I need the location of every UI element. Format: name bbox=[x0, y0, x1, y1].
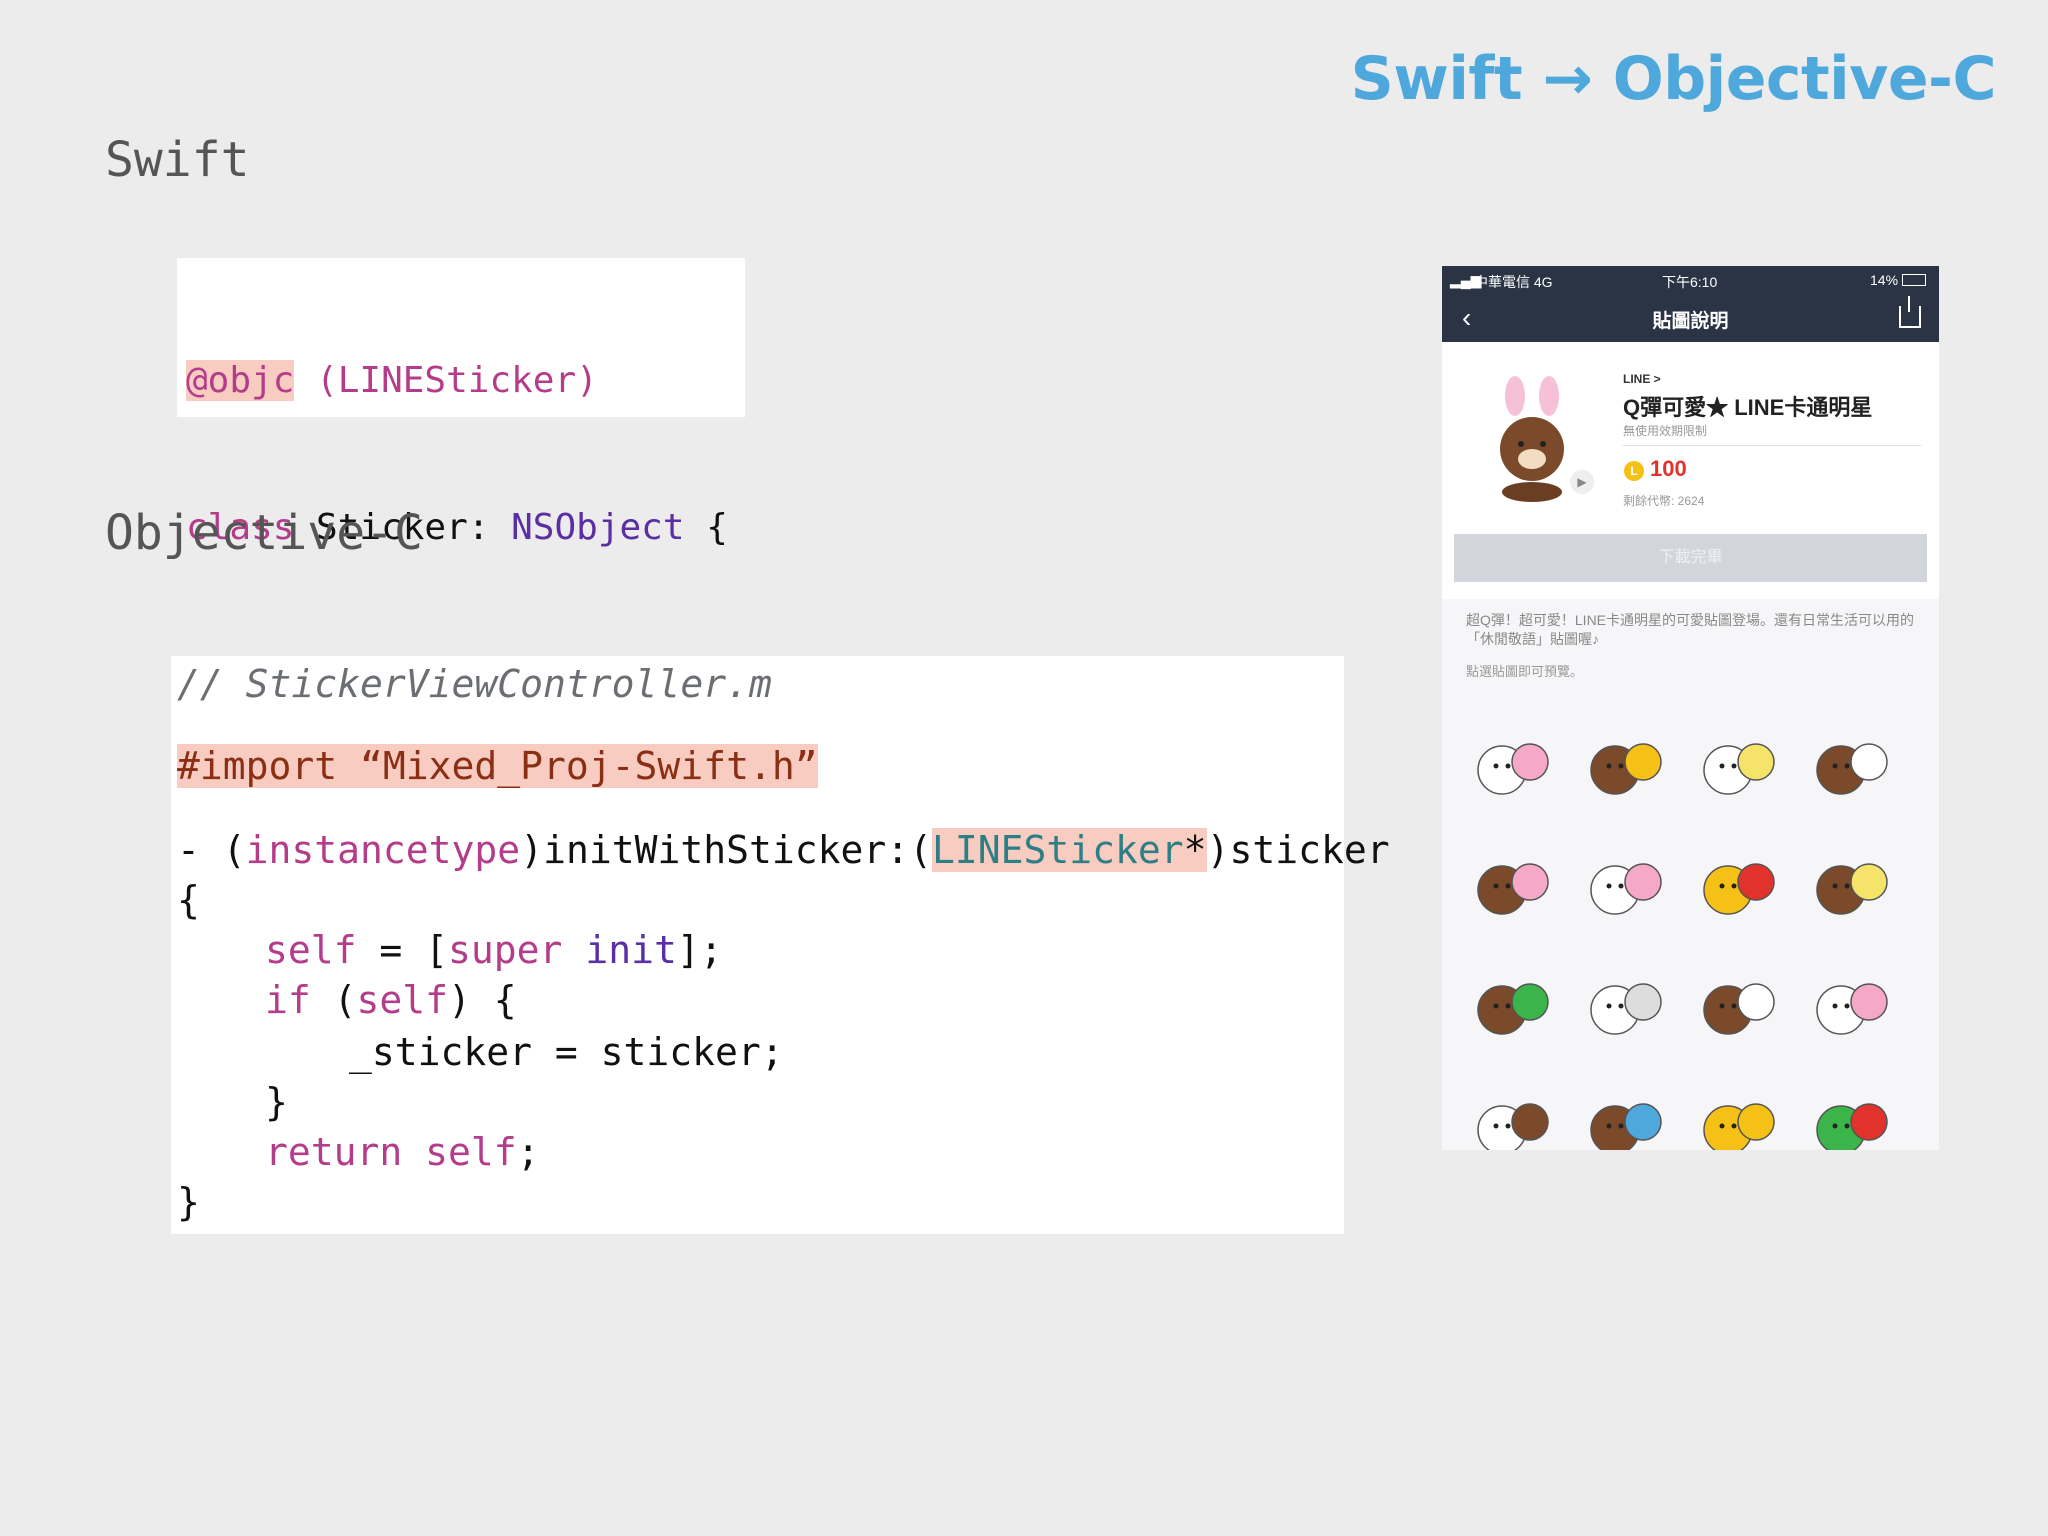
init-method: init bbox=[585, 928, 677, 972]
sticker-item[interactable] bbox=[1811, 962, 1897, 1048]
if-keyword: if bbox=[265, 978, 311, 1022]
file-comment: // StickerViewController.m bbox=[177, 662, 772, 706]
phone-screenshot: ▂▄▆ 中華電信 4G 下午6:10 14% ‹ 貼圖說明 ▶ LINE > Q… bbox=[1442, 266, 1939, 1150]
sticker-type: LINESticker* bbox=[932, 828, 1207, 872]
sticker-item[interactable] bbox=[1698, 842, 1784, 928]
sig-mid: )initWithSticker:( bbox=[520, 828, 932, 872]
sig-dash: - ( bbox=[177, 828, 246, 872]
battery-icon bbox=[1902, 274, 1926, 286]
open-brace: { bbox=[684, 507, 728, 548]
preview-hint: 點選貼圖即可預覽。 bbox=[1466, 664, 1584, 679]
sticker-item[interactable] bbox=[1698, 1082, 1784, 1150]
objc-section-label: Objective-C bbox=[105, 505, 423, 561]
open-brace-line: { bbox=[177, 878, 200, 922]
instancetype-keyword: instancetype bbox=[245, 828, 521, 872]
close-inner-brace: } bbox=[265, 1080, 288, 1124]
superclass-type: NSObject bbox=[511, 507, 685, 548]
sticker-item[interactable] bbox=[1585, 722, 1671, 808]
return-keyword: return bbox=[265, 1130, 403, 1174]
slide-title: Swift → Objective-C bbox=[1350, 44, 1997, 114]
objc-name: (LINESticker) bbox=[316, 360, 598, 401]
carrier: 中華電信 4G bbox=[1474, 274, 1553, 290]
battery-level: 14% bbox=[1870, 272, 1899, 288]
coin-icon: L bbox=[1624, 461, 1644, 481]
status-bar: ▂▄▆ 中華電信 4G 下午6:10 14% bbox=[1442, 266, 1939, 294]
close-brace-line: } bbox=[177, 1180, 200, 1224]
nav-title: 貼圖說明 bbox=[1652, 311, 1729, 332]
super-keyword: super bbox=[448, 928, 563, 972]
nav-bar: ‹ 貼圖說明 bbox=[1442, 294, 1939, 342]
sticker-item[interactable] bbox=[1472, 722, 1558, 808]
self-keyword: self bbox=[265, 928, 357, 972]
swift-section-label: Swift bbox=[105, 132, 250, 188]
sticker-item[interactable] bbox=[1472, 1082, 1558, 1150]
sticker-item[interactable] bbox=[1472, 962, 1558, 1048]
expiry-text: 無使用效期限制 bbox=[1623, 424, 1708, 438]
clock: 下午6:10 bbox=[1662, 274, 1718, 290]
sig-end: )sticker bbox=[1206, 828, 1390, 872]
sticker-item[interactable] bbox=[1811, 1082, 1897, 1150]
share-icon[interactable] bbox=[1899, 296, 1921, 328]
product-card: ▶ LINE > Q彈可愛★ LINE卡通明星 無使用效期限制 L 100 剩餘… bbox=[1442, 342, 1939, 599]
sticker-item[interactable] bbox=[1698, 722, 1784, 808]
download-button[interactable]: 下載完畢 bbox=[1454, 534, 1927, 582]
sticker-item[interactable] bbox=[1698, 962, 1784, 1048]
sticker-item[interactable] bbox=[1811, 842, 1897, 928]
swift-code-block: @objc (LINESticker) class Sticker: NSObj… bbox=[177, 258, 745, 695]
divider bbox=[1623, 445, 1921, 446]
sticker-item[interactable] bbox=[1585, 962, 1671, 1048]
objc-attribute: @objc bbox=[186, 360, 295, 401]
sticker-item[interactable] bbox=[1585, 1082, 1671, 1150]
sticker-item[interactable] bbox=[1472, 842, 1558, 928]
objc-code-block: // StickerViewController.m #import “Mixe… bbox=[171, 656, 1390, 1234]
assign-line: _sticker = sticker; bbox=[349, 1030, 784, 1074]
import-line: #import “Mixed_Proj-Swift.h” bbox=[177, 744, 818, 788]
remaining-coins: 剩餘代幣: 2624 bbox=[1623, 494, 1705, 508]
play-icon[interactable]: ▶ bbox=[1570, 470, 1594, 494]
description: 超Q彈！超可愛！LINE卡通明星的可愛貼圖登場。還有日常生活可以用的「休閒敬語」… bbox=[1466, 612, 1915, 647]
price: 100 bbox=[1650, 456, 1687, 481]
product-name: Q彈可愛★ LINE卡通明星 bbox=[1623, 395, 1873, 420]
sticker-item[interactable] bbox=[1811, 722, 1897, 808]
vendor-link[interactable]: LINE > bbox=[1623, 372, 1661, 386]
sticker-item[interactable] bbox=[1585, 842, 1671, 928]
